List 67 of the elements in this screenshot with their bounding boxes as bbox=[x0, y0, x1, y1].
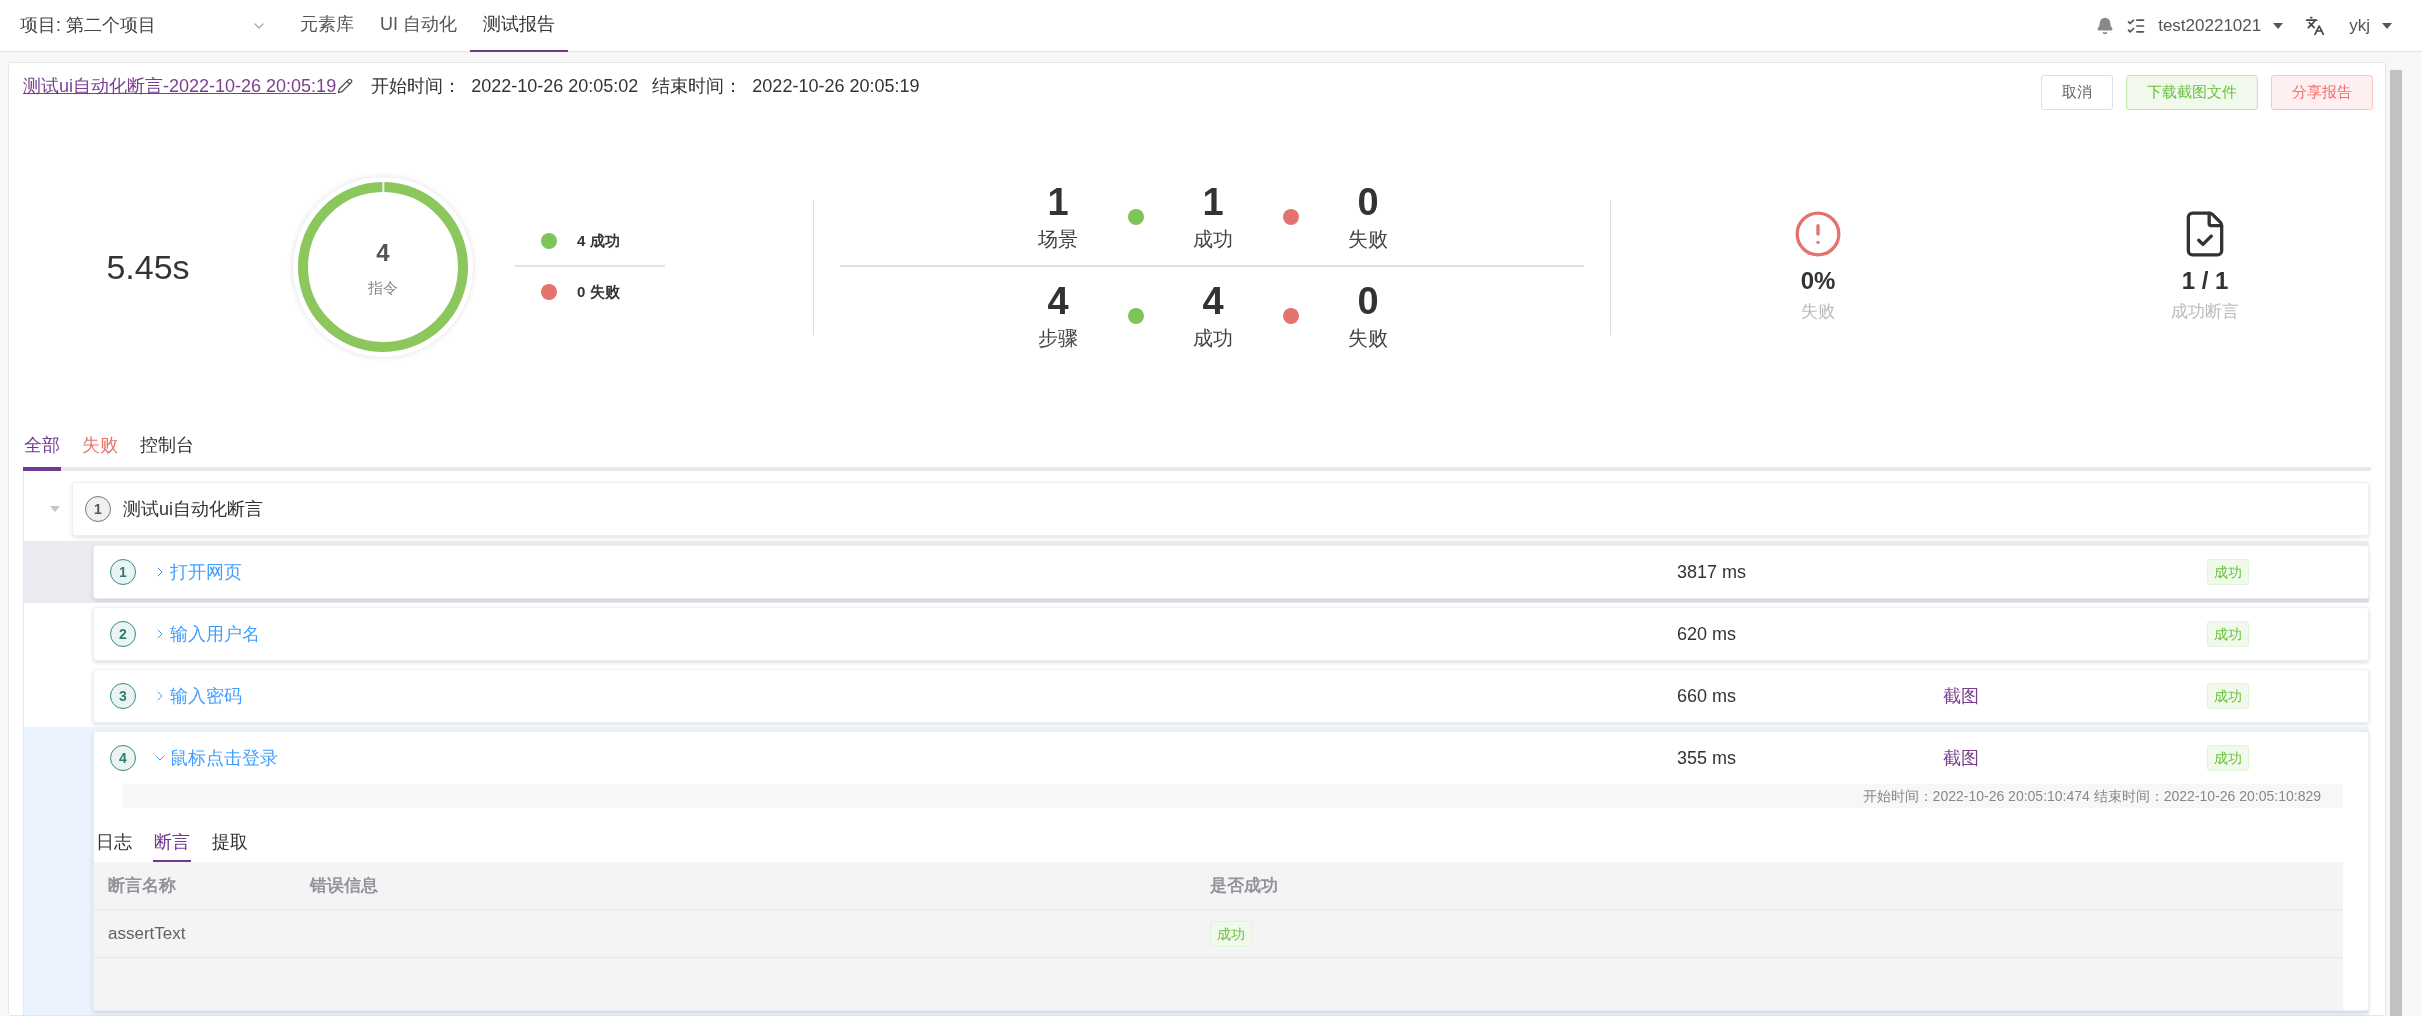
count-label: 失败 bbox=[1348, 326, 1388, 351]
count-label: 成功 bbox=[1193, 326, 1233, 351]
count-value: 0 bbox=[1357, 180, 1379, 224]
fail-rate-label: 失败 bbox=[1801, 301, 1835, 324]
caret-icon[interactable] bbox=[50, 506, 60, 512]
count-value: 4 bbox=[1047, 279, 1069, 323]
step-number: 1 bbox=[110, 559, 136, 585]
count-value: 4 bbox=[1202, 279, 1224, 323]
scrollbar[interactable] bbox=[2390, 70, 2402, 1016]
result-tab[interactable]: 全部 bbox=[23, 423, 61, 471]
count-label: 成功 bbox=[1193, 227, 1233, 252]
end-time: 结束时间： 2022-10-26 20:05:19 bbox=[652, 75, 920, 98]
assertion-label: 成功断言 bbox=[2171, 301, 2239, 324]
scenario-card[interactable]: 1 测试ui自动化断言 bbox=[72, 482, 2369, 536]
legend-label: 0 失败 bbox=[577, 281, 620, 302]
command-label: 指令 bbox=[368, 277, 398, 298]
detail-tab[interactable]: 提取 bbox=[211, 824, 249, 862]
count-value: 1 bbox=[1047, 180, 1069, 224]
workspace-menu[interactable]: test20221021 bbox=[2158, 12, 2262, 39]
status-tag: 成功 bbox=[1210, 920, 1252, 947]
user-menu[interactable]: ykj bbox=[2349, 12, 2370, 39]
screenshot-link[interactable]: 截图 bbox=[1943, 685, 1979, 706]
screenshot-link[interactable]: 截图 bbox=[1943, 747, 1979, 768]
caret-icon bbox=[2273, 22, 2284, 29]
step-row[interactable]: 1 打开网页 3817 ms 成功 bbox=[24, 541, 2369, 603]
status-tag: 成功 bbox=[2207, 683, 2249, 709]
step-duration: 3817 ms bbox=[1677, 561, 1747, 582]
command-count: 4 bbox=[376, 237, 390, 268]
nav-tab[interactable]: UI 自动化 bbox=[367, 0, 470, 52]
status-tag: 成功 bbox=[2207, 745, 2249, 771]
scenario-number: 1 bbox=[85, 496, 111, 522]
report-title-link[interactable]: 测试ui自动化断言-2022-10-26 20:05:19 bbox=[23, 71, 337, 101]
step-number: 4 bbox=[110, 745, 136, 771]
step-duration: 620 ms bbox=[1677, 623, 1737, 644]
count-label: 失败 bbox=[1348, 227, 1388, 252]
nav-tab[interactable]: 元素库 bbox=[287, 0, 367, 52]
legend-label: 4 成功 bbox=[577, 230, 620, 251]
count-value: 0 bbox=[1357, 279, 1379, 323]
translate-icon[interactable] bbox=[2305, 15, 2326, 36]
step-number: 2 bbox=[110, 621, 136, 647]
column-header: 错误信息 bbox=[310, 874, 379, 897]
fail-rate-value: 0% bbox=[1800, 266, 1836, 297]
column-header: 是否成功 bbox=[1210, 874, 1279, 897]
result-tab[interactable]: 控制台 bbox=[139, 423, 195, 471]
status-tag: 成功 bbox=[2207, 621, 2249, 647]
count-value: 1 bbox=[1202, 180, 1224, 224]
action-button[interactable]: 取消 bbox=[2041, 75, 2113, 110]
table-cell-text: assertText bbox=[108, 922, 187, 945]
scenario-name: 测试ui自动化断言 bbox=[123, 497, 263, 521]
step-number: 3 bbox=[110, 683, 136, 709]
assertion-value: 1 / 1 bbox=[2181, 266, 2229, 297]
caret-icon bbox=[2382, 22, 2392, 29]
step-duration: 355 ms bbox=[1677, 747, 1737, 768]
status-tag: 成功 bbox=[2207, 559, 2249, 585]
step-timing: 开始时间：2022-10-26 20:05:10:474 结束时间：2022-10-26 20:05:10:829 bbox=[1862, 786, 2321, 806]
column-header: 断言名称 bbox=[108, 874, 177, 897]
count-label: 步骤 bbox=[1038, 326, 1078, 351]
bell-icon[interactable] bbox=[2096, 16, 2115, 35]
project-select[interactable]: 项目: 第二个项目 bbox=[20, 12, 287, 39]
count-label: 场景 bbox=[1038, 227, 1078, 252]
nav-tab[interactable]: 测试报告 bbox=[470, 0, 568, 52]
step-duration: 660 ms bbox=[1677, 685, 1737, 706]
duration-value: 5.45s bbox=[105, 246, 191, 288]
start-time: 开始时间： 2022-10-26 20:05:02 bbox=[371, 75, 639, 98]
step-row[interactable]: 4 鼠标点击登录 355 ms 截图 成功 开始时间：2022-10-26 20:05:10:474 结束时间：2022-10-26 20:05:10:829 日志 断言 提取 断言名称 错误信息 是否成功 assertText 成功 bbox=[24, 727, 2369, 1015]
detail-tab[interactable]: 日志 bbox=[95, 824, 133, 862]
edit-icon[interactable] bbox=[337, 78, 354, 94]
